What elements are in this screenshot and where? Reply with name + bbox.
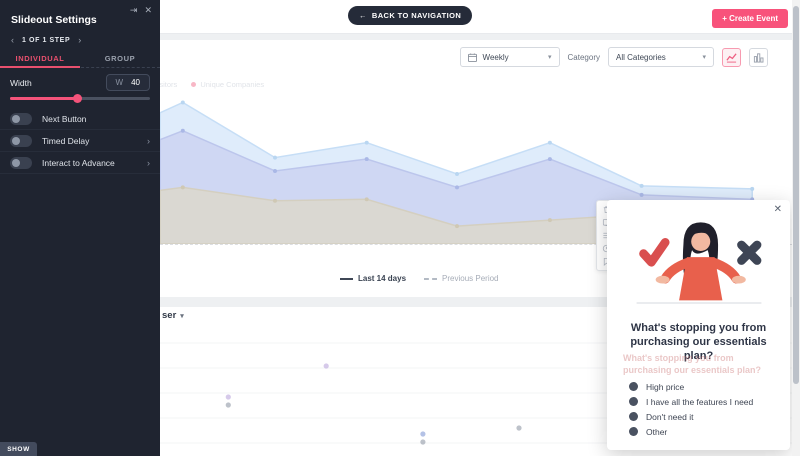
panel-tabs: INDIVIDUAL GROUP (0, 50, 160, 68)
scrollbar-thumb[interactable] (793, 6, 799, 384)
radio-dot (629, 412, 638, 421)
slideout-settings-panel: ⇥ ✕ Slideout Settings ‹ 1 OF 1 STEP › IN… (0, 0, 160, 456)
close-panel-icon[interactable]: ✕ (144, 6, 152, 15)
legend-dot (191, 82, 196, 87)
create-event-label: + Create Event (722, 14, 778, 23)
survey-option[interactable]: High price (629, 379, 780, 394)
option-label: Other (646, 427, 667, 437)
right-hand (731, 276, 745, 284)
panel-window-controls: ⇥ ✕ (130, 6, 152, 15)
solid-line-swatch (340, 278, 353, 280)
next-step-icon[interactable]: › (78, 36, 81, 45)
slider-handle[interactable] (73, 94, 82, 103)
legend-previous-period[interactable]: Previous Period (424, 274, 498, 283)
survey-options: High price I have all the features I nee… (629, 379, 780, 439)
calendar-icon (468, 53, 477, 62)
cross-icon (741, 245, 757, 261)
width-control-row: Width W 40 (10, 74, 150, 91)
next-button-toggle[interactable] (10, 113, 32, 125)
legend-current-period[interactable]: Last 14 days (340, 274, 406, 283)
create-event-button[interactable]: + Create Event (712, 9, 788, 28)
section-header-fragment: ser (162, 310, 176, 321)
step-navigator: ‹ 1 OF 1 STEP › (11, 36, 81, 45)
prev-step-icon[interactable]: ‹ (11, 36, 14, 45)
face (691, 232, 710, 251)
chevron-down-icon: ▾ (180, 312, 184, 320)
chevron-down-icon: ▾ (702, 53, 706, 61)
width-unit: W (116, 78, 124, 87)
line-chart-toggle-button[interactable] (722, 48, 741, 67)
category-value: All Categories (616, 53, 666, 62)
width-value: 40 (131, 78, 140, 87)
timed-delay-toggle[interactable] (10, 135, 32, 147)
width-value-input[interactable]: W 40 (106, 74, 150, 91)
back-to-navigation-button[interactable]: ← BACK TO NAVIGATION (348, 6, 472, 25)
tab-individual[interactable]: INDIVIDUAL (0, 50, 80, 67)
chevron-right-icon[interactable]: › (147, 136, 150, 146)
width-label: Width (10, 78, 32, 88)
dashed-line-swatch (424, 278, 437, 280)
toggle-knob (12, 159, 20, 167)
option-label: Don't need it (646, 412, 693, 422)
line-chart-icon (726, 52, 737, 63)
toggle-row-next-button: Next Button (0, 108, 160, 130)
survey-popup: ✕ What's stopping you from purchasing ou… (607, 200, 790, 450)
panel-title: Slideout Settings (11, 14, 97, 26)
toggle-row-interact-advance: Interact to Advance › (0, 152, 160, 174)
slider-fill (10, 97, 77, 100)
survey-question-ghost: What's stopping you from purchasing our … (623, 353, 774, 376)
tab-group[interactable]: GROUP (80, 50, 160, 67)
left-hand (655, 276, 669, 284)
toggle-knob (12, 137, 20, 145)
legend-previous-label: Previous Period (442, 274, 498, 283)
vertical-scrollbar[interactable] (792, 0, 800, 456)
legend-item-companies: Unique Companies (191, 80, 264, 89)
shrugging-woman-illustration (621, 212, 777, 316)
bar-chart-icon (753, 52, 764, 63)
legend-current-label: Last 14 days (358, 274, 406, 283)
survey-option[interactable]: Other (629, 424, 780, 439)
option-label: High price (646, 382, 684, 392)
show-button[interactable]: SHOW (0, 442, 37, 456)
toggle-label: Next Button (42, 114, 86, 124)
radio-dot (629, 382, 638, 391)
width-slider[interactable] (10, 97, 150, 100)
chevron-right-icon[interactable]: › (147, 158, 150, 168)
category-select[interactable]: All Categories ▾ (608, 47, 714, 67)
legend-label: Unique Companies (200, 80, 264, 89)
period-value: Weekly (483, 53, 509, 62)
toggle-row-timed-delay: Timed Delay › (0, 130, 160, 152)
radio-dot (629, 397, 638, 406)
section-header-dropdown[interactable]: ser ▾ (162, 310, 184, 321)
toggle-label: Timed Delay (42, 136, 89, 146)
back-button-label: BACK TO NAVIGATION (372, 11, 461, 20)
step-label: 1 OF 1 STEP (22, 37, 70, 44)
survey-option[interactable]: I have all the features I need (629, 394, 780, 409)
category-label: Category (568, 53, 600, 62)
bar-chart-toggle-button[interactable] (749, 48, 768, 67)
toggle-list: Next Button Timed Delay › Interact to Ad… (0, 108, 160, 174)
period-select[interactable]: Weekly ▾ (460, 47, 560, 67)
back-arrow-icon: ← (359, 11, 367, 20)
checkmark-icon (643, 242, 665, 262)
chevron-down-icon: ▾ (548, 53, 552, 61)
toggle-knob (12, 115, 20, 123)
option-label: I have all the features I need (646, 397, 753, 407)
interact-to-advance-toggle[interactable] (10, 157, 32, 169)
toggle-label: Interact to Advance (42, 158, 115, 168)
period-legend: Last 14 days Previous Period (340, 274, 499, 283)
survey-option[interactable]: Don't need it (629, 409, 780, 424)
radio-dot (629, 427, 638, 436)
dock-panel-icon[interactable]: ⇥ (130, 6, 138, 15)
chart-controls: Weekly ▾ Category All Categories ▾ (460, 47, 768, 67)
